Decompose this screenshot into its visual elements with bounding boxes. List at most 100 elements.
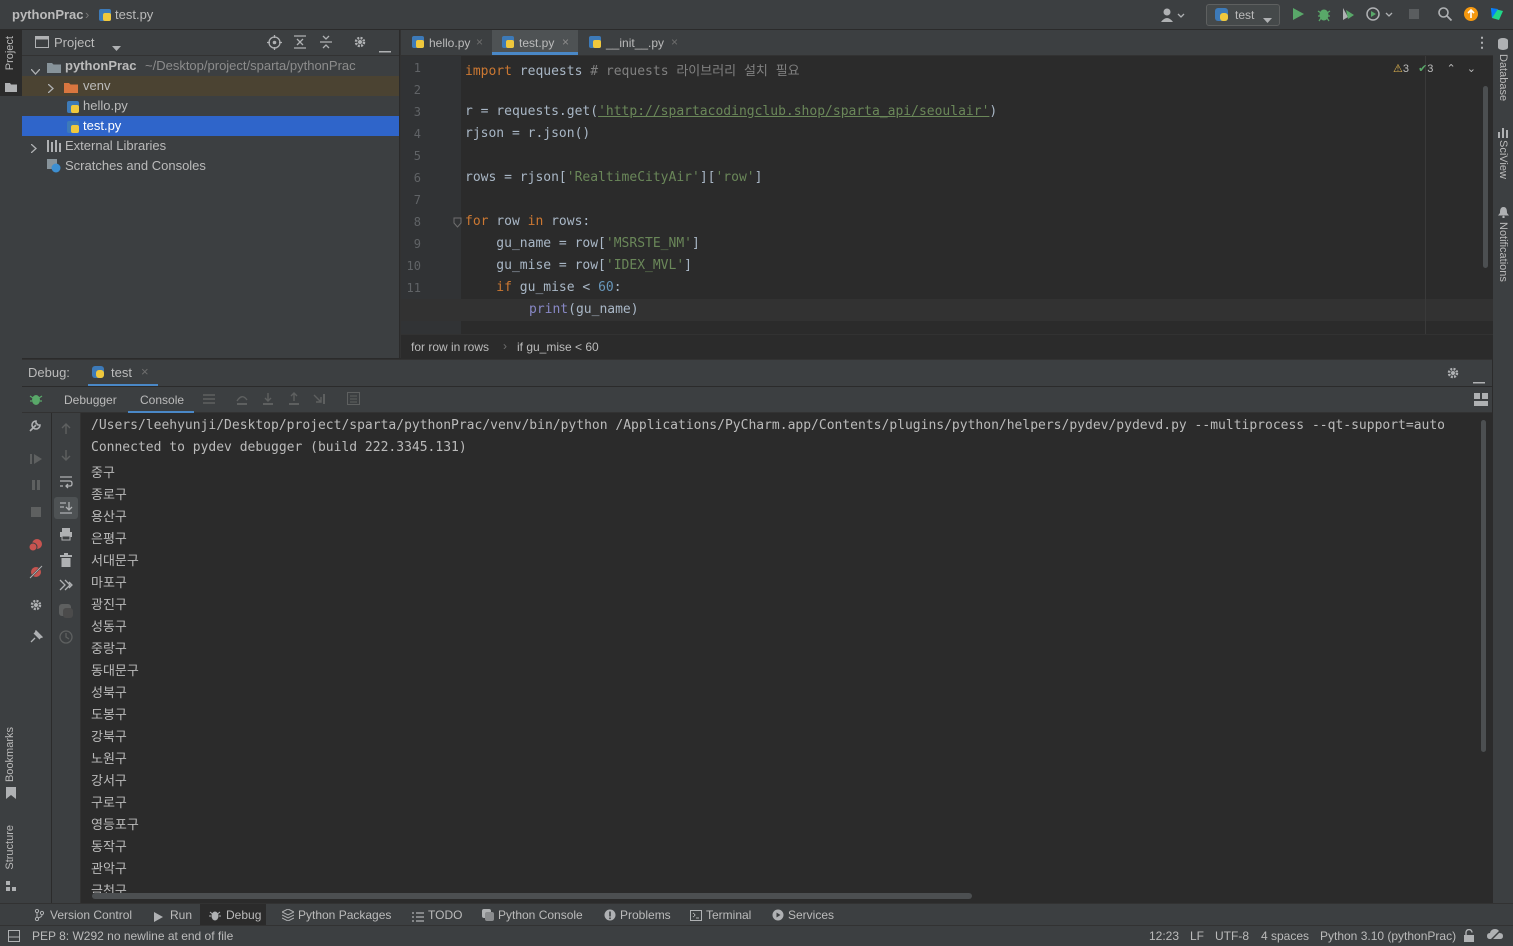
close-icon[interactable]: × <box>141 364 149 379</box>
show-command-line-icon[interactable] <box>59 579 73 594</box>
database-tool-window-button[interactable]: Database <box>1493 36 1513 116</box>
python-interpreter[interactable]: Python 3.10 (pythonPrac) <box>1320 929 1456 943</box>
menu-lines-icon[interactable] <box>203 393 215 408</box>
pause-icon[interactable] <box>29 478 43 495</box>
step-out-icon[interactable] <box>287 392 301 409</box>
inspection-widget[interactable]: ⚠3 ✔3 ⌃ ⌄ <box>1393 62 1476 75</box>
console-toolbar <box>52 413 81 904</box>
jetbrains-toolbox-icon[interactable] <box>1489 6 1505 22</box>
tree-item-hello-py[interactable]: hello.py <box>22 96 399 116</box>
profile-icon[interactable] <box>1366 6 1394 22</box>
breadcrumb-item[interactable]: if gu_mise < 60 <box>517 340 599 354</box>
view-breakpoints-icon[interactable] <box>28 537 44 556</box>
close-icon[interactable]: × <box>562 35 569 49</box>
expand-all-icon[interactable] <box>293 35 307 52</box>
tree-item-external-libraries[interactable]: External Libraries <box>22 136 399 156</box>
step-over-icon[interactable] <box>235 392 249 409</box>
breadcrumb-project[interactable]: pythonPrac <box>12 7 84 22</box>
tab-hello-py[interactable]: hello.py × <box>401 30 491 55</box>
evaluate-expression-icon[interactable] <box>347 392 360 408</box>
run-icon[interactable] <box>1290 6 1306 22</box>
soft-wrap-icon[interactable] <box>59 475 73 492</box>
tool-terminal[interactable]: Terminal <box>684 904 756 926</box>
close-icon[interactable]: × <box>671 35 678 49</box>
trash-icon[interactable] <box>60 553 72 570</box>
user-account-icon[interactable] <box>1160 7 1186 26</box>
layout-icon[interactable] <box>1474 393 1488 410</box>
tool-windows-toggle-icon[interactable] <box>8 930 20 945</box>
run-to-cursor-icon[interactable] <box>313 392 327 409</box>
bookmarks-tool-window-button[interactable]: Bookmarks <box>0 725 22 805</box>
chevron-down-icon[interactable] <box>112 40 121 55</box>
tab-test-py[interactable]: test.py × <box>492 30 578 55</box>
console-vertical-scrollbar[interactable] <box>1481 420 1486 752</box>
hide-panel-icon[interactable] <box>379 41 391 56</box>
tab-label: test.py <box>519 36 555 50</box>
stop-icon[interactable] <box>1406 6 1422 22</box>
stop-icon[interactable] <box>29 505 43 522</box>
editor-scrollbar[interactable] <box>1483 86 1488 268</box>
tab-debugger[interactable]: Debugger <box>64 393 117 407</box>
settings-icon[interactable] <box>29 598 43 615</box>
tool-run[interactable]: Run <box>148 904 196 926</box>
project-view-title[interactable]: Project <box>54 35 94 50</box>
lock-icon[interactable] <box>1463 928 1475 945</box>
debug-icon[interactable] <box>1316 6 1332 22</box>
hide-panel-icon[interactable] <box>1473 372 1485 387</box>
tool-python-packages[interactable]: Python Packages <box>276 904 394 926</box>
gear-icon[interactable] <box>1446 366 1460 383</box>
resume-icon[interactable] <box>29 452 43 469</box>
step-into-icon[interactable] <box>261 392 275 409</box>
run-configuration-selector[interactable]: test <box>1206 4 1280 26</box>
tool-todo[interactable]: TODO <box>406 904 466 926</box>
breadcrumb-file[interactable]: test.py <box>115 7 153 22</box>
close-icon[interactable]: × <box>476 35 483 49</box>
scroll-to-end-button[interactable] <box>54 497 78 519</box>
tree-item-scratches[interactable]: Scratches and Consoles <box>22 156 399 176</box>
more-tabs-icon[interactable]: ⋮ <box>1475 34 1489 51</box>
tab-console[interactable]: Console <box>128 387 194 413</box>
update-icon[interactable] <box>1463 6 1479 22</box>
project-tool-window-button[interactable]: Project <box>0 30 22 96</box>
chevron-up-icon[interactable]: ⌃ <box>1446 63 1455 75</box>
line-separator[interactable]: LF <box>1190 929 1204 943</box>
file-encoding[interactable]: UTF-8 <box>1215 929 1249 943</box>
tool-version-control[interactable]: Version Control <box>28 904 138 926</box>
indent-setting[interactable]: 4 spaces <box>1261 929 1309 943</box>
tab-init-py[interactable]: __init__.py × <box>579 30 687 55</box>
print-icon[interactable] <box>59 527 73 544</box>
collapse-all-icon[interactable] <box>319 35 333 52</box>
chevron-down-icon[interactable]: ⌄ <box>1467 63 1476 75</box>
inspection-profile-icon[interactable] <box>1487 929 1503 946</box>
history-icon[interactable] <box>59 630 73 647</box>
pin-icon[interactable] <box>29 629 44 647</box>
python-console-icon[interactable] <box>59 604 73 621</box>
breadcrumb-item[interactable]: for row in rows <box>411 340 489 354</box>
tool-problems[interactable]: Problems <box>598 904 674 926</box>
coverage-icon[interactable] <box>1340 6 1356 22</box>
tree-item-venv[interactable]: venv <box>22 76 399 96</box>
code-content[interactable]: import requests # requests 라이브러리 설치 필요 r… <box>401 56 1493 334</box>
tool-debug[interactable]: Debug <box>200 904 266 926</box>
debug-session-tab[interactable]: test × <box>88 360 158 386</box>
search-icon[interactable] <box>1437 6 1453 22</box>
code-text: r = requests.get( <box>465 104 599 119</box>
status-message[interactable]: PEP 8: W292 no newline at end of file <box>32 929 233 943</box>
notifications-tool-window-button[interactable]: Notifications <box>1493 204 1513 294</box>
gear-icon[interactable] <box>353 35 367 52</box>
console-horizontal-scrollbar[interactable] <box>92 893 972 899</box>
tree-item-project-root[interactable]: pythonPrac ~/Desktop/project/sparta/pyth… <box>22 56 399 76</box>
caret-position[interactable]: 12:23 <box>1149 929 1179 943</box>
tool-python-console[interactable]: Python Console <box>476 904 588 926</box>
locate-file-icon[interactable] <box>267 35 282 53</box>
mute-breakpoints-icon[interactable] <box>28 564 44 583</box>
arrow-up-icon[interactable] <box>60 423 72 438</box>
tree-item-test-py[interactable]: test.py <box>22 116 399 136</box>
structure-tool-window-button[interactable]: Structure <box>0 823 22 893</box>
arrow-down-icon[interactable] <box>60 449 72 464</box>
wrench-icon[interactable] <box>28 419 42 436</box>
console-output[interactable]: /Users/leehyunji/Desktop/project/sparta/… <box>81 413 1477 893</box>
debug-bug-icon[interactable] <box>29 392 43 409</box>
tool-services[interactable]: Services <box>766 904 838 926</box>
sciview-tool-window-button[interactable]: SciView <box>1493 124 1513 186</box>
